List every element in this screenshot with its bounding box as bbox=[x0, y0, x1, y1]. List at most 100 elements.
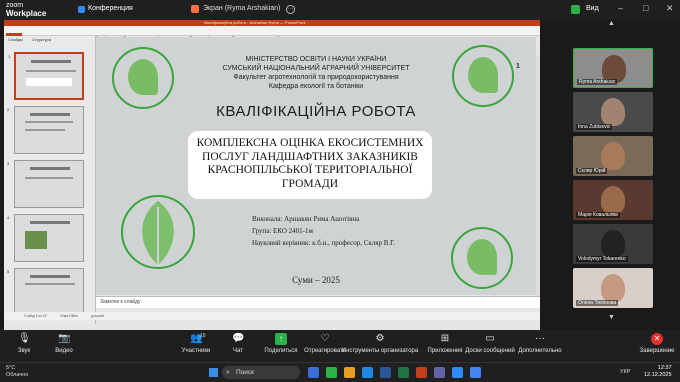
taskbar-app-icon[interactable] bbox=[344, 367, 355, 378]
thumbnail-content bbox=[30, 113, 70, 116]
group-line: Група: ЕКО 2401-1м bbox=[252, 227, 313, 235]
participant-video bbox=[601, 142, 625, 170]
participant-gallery: ▲ Ryma Arshakian Inna Zubtsova Скляр Юрі… bbox=[570, 20, 680, 330]
slide-thumbnail[interactable]: 4 bbox=[7, 214, 84, 262]
search-placeholder: Поиск bbox=[236, 369, 255, 376]
participants-label: Участники bbox=[181, 348, 211, 354]
participant-video bbox=[601, 98, 625, 126]
supervisor-line: Науковий керівник: к.б.н., професор, Скл… bbox=[252, 239, 396, 247]
powerpoint-status-bar: Слайд 1 из 22 Тема Office русский bbox=[4, 312, 540, 320]
participant-tile[interactable]: Volodymyr Tokarenko bbox=[573, 224, 653, 264]
place-year: Суми – 2025 bbox=[292, 275, 340, 285]
participant-tile[interactable]: Ryma Arshakian bbox=[573, 48, 653, 88]
chat-label: Чат bbox=[233, 348, 243, 354]
weather-temperature: 5°C bbox=[6, 365, 16, 371]
leaf-emblem-logo bbox=[121, 195, 195, 269]
current-slide: 1 МІНІСТЕРСТВО ОСВІТИ І НАУКИ УКРАЇНИ СУ… bbox=[96, 37, 536, 295]
excel-app-icon[interactable] bbox=[398, 367, 409, 378]
slide-thumbnail[interactable]: 1 bbox=[8, 52, 84, 100]
participant-name: Скляр Юрій bbox=[576, 168, 608, 174]
status-language: русский bbox=[91, 314, 104, 318]
camera-icon: 📷 bbox=[58, 333, 71, 344]
taskbar-app-icon[interactable] bbox=[326, 367, 337, 378]
participant-tile[interactable]: Олена Тихонова bbox=[573, 268, 653, 308]
weather-widget[interactable]: 5°C Облачно bbox=[6, 365, 28, 379]
department-line: Кафедра екології та ботаніки bbox=[268, 83, 364, 90]
taskbar-search[interactable]: ⌕ Поиск bbox=[222, 366, 300, 379]
video-button[interactable]: 📷 Видео bbox=[34, 333, 94, 354]
meeting-toolbar: 🎙 Звук 📷 Видео 👥 18 Участники 💬 Чат ↑ По… bbox=[0, 330, 680, 362]
view-menu-button[interactable]: Вид bbox=[586, 5, 599, 12]
clock-time: 12:37 bbox=[657, 365, 672, 371]
slide-scrollbar[interactable] bbox=[536, 55, 540, 296]
thumbnail-panel-tabs: Слайды Структура bbox=[4, 36, 95, 44]
apps-grid-icon: ⊞ bbox=[440, 333, 450, 344]
thumbnail-content bbox=[25, 177, 73, 179]
participant-video bbox=[601, 230, 625, 258]
conference-tab[interactable]: Конференция bbox=[88, 5, 133, 12]
language-indicator[interactable]: УКР bbox=[620, 369, 630, 375]
slide-thumbnail[interactable]: 2 bbox=[7, 106, 84, 154]
taskbar-app-icon[interactable] bbox=[362, 367, 373, 378]
tab-outline[interactable]: Структура bbox=[32, 37, 51, 42]
slide-notes-field[interactable]: Заметки к слайду bbox=[96, 296, 540, 308]
word-app-icon[interactable] bbox=[380, 367, 391, 378]
taskbar-app-icon[interactable] bbox=[434, 367, 445, 378]
share-screen-icon: ↑ bbox=[275, 333, 287, 345]
microphone-icon: 🎙 bbox=[18, 333, 31, 344]
thesis-title-line: КОМПЛЕКСНА ОЦІНКА ЕКОСИСТЕМНИХ bbox=[196, 137, 424, 149]
audio-label: Звук bbox=[17, 348, 31, 354]
maximize-icon[interactable]: □ bbox=[643, 3, 648, 13]
security-shield-icon[interactable] bbox=[571, 5, 580, 14]
slide-thumbnails-panel: Слайды Структура 1 2 3 4 5 bbox=[4, 36, 96, 324]
powerpoint-ribbon-tabs: Файл Главная Вставка Дизайн Переходы Ани… bbox=[4, 26, 540, 43]
powerpoint-app-icon[interactable] bbox=[416, 367, 427, 378]
thumbnail-content bbox=[31, 60, 71, 63]
share-screen-label: Поделиться bbox=[264, 348, 298, 354]
more-options-icon[interactable]: ··· bbox=[286, 5, 295, 14]
system-clock[interactable]: 12:37 12.12.2025 bbox=[644, 365, 672, 379]
minimize-icon[interactable]: – bbox=[618, 3, 623, 13]
slide-thumbnail[interactable]: 3 bbox=[7, 160, 84, 208]
participant-tile[interactable]: Марія Ковальова bbox=[573, 180, 653, 220]
participants-count-badge: 18 bbox=[200, 333, 206, 339]
thumbnail-content bbox=[25, 231, 47, 249]
participant-tile[interactable]: Скляр Юрій bbox=[573, 136, 653, 176]
chat-icon: 💬 bbox=[232, 333, 245, 344]
ministry-line: МІНІСТЕРСТВО ОСВІТИ І НАУКИ УКРАЇНИ bbox=[245, 56, 387, 63]
end-call-icon: ✕ bbox=[651, 333, 663, 345]
windows-start-icon[interactable] bbox=[209, 368, 218, 377]
slide-thumbnail[interactable]: 5 bbox=[7, 268, 84, 316]
slide-number: 1 bbox=[516, 63, 520, 70]
end-meeting-button[interactable]: ✕ Завершение bbox=[627, 333, 680, 354]
more-label: Дополнительно bbox=[518, 348, 562, 354]
slide-heading: КВАЛІФІКАЦІЙНА РОБОТА bbox=[216, 103, 416, 120]
browser-app-icon[interactable] bbox=[470, 367, 481, 378]
zoom-workplace-logo: zoom Workplace bbox=[6, 2, 47, 18]
slide-thumbnail-number: 5 bbox=[7, 269, 10, 274]
screen-share-title: Экран (Ryma Arshakian) bbox=[203, 5, 281, 12]
thumbnail-content bbox=[25, 283, 75, 285]
conference-icon bbox=[78, 6, 85, 13]
participant-name: Inna Zubtsova bbox=[576, 124, 612, 130]
status-theme: Тема Office bbox=[59, 314, 79, 318]
thumbnail-content bbox=[30, 221, 70, 224]
participant-video bbox=[601, 186, 625, 214]
more-button[interactable]: ··· Дополнительно bbox=[510, 333, 570, 354]
gallery-down-arrow-icon[interactable]: ▼ bbox=[608, 314, 615, 321]
zoom-app-icon[interactable] bbox=[452, 367, 463, 378]
host-tools-button[interactable]: ⚙ Инструменты организатора bbox=[340, 333, 420, 354]
gallery-up-arrow-icon[interactable]: ▲ bbox=[608, 20, 615, 27]
thesis-title-line: КРАСНОПІЛЬСЬКОЇ ТЕРИТОРІАЛЬНОЇ bbox=[207, 164, 413, 176]
university-line: СУМСЬКИЙ НАЦІОНАЛЬНИЙ АГРАРНИЙ УНІВЕРСИТ… bbox=[222, 65, 410, 72]
participant-name: Volodymyr Tokarenko bbox=[576, 256, 628, 262]
tab-slides[interactable]: Слайды bbox=[8, 37, 23, 42]
thumbnail-content bbox=[25, 121, 73, 123]
close-icon[interactable]: ✕ bbox=[666, 3, 674, 14]
whiteboard-icon: ▭ bbox=[485, 333, 495, 344]
thumbnail-content bbox=[30, 167, 70, 170]
participant-tile[interactable]: Inna Zubtsova bbox=[573, 92, 653, 132]
windows-taskbar: 5°C Облачно ⌕ Поиск УКР 12:37 12.12.2025 bbox=[0, 362, 680, 382]
thesis-title-line: ГРОМАДИ bbox=[281, 177, 339, 190]
taskbar-app-icon[interactable] bbox=[308, 367, 319, 378]
